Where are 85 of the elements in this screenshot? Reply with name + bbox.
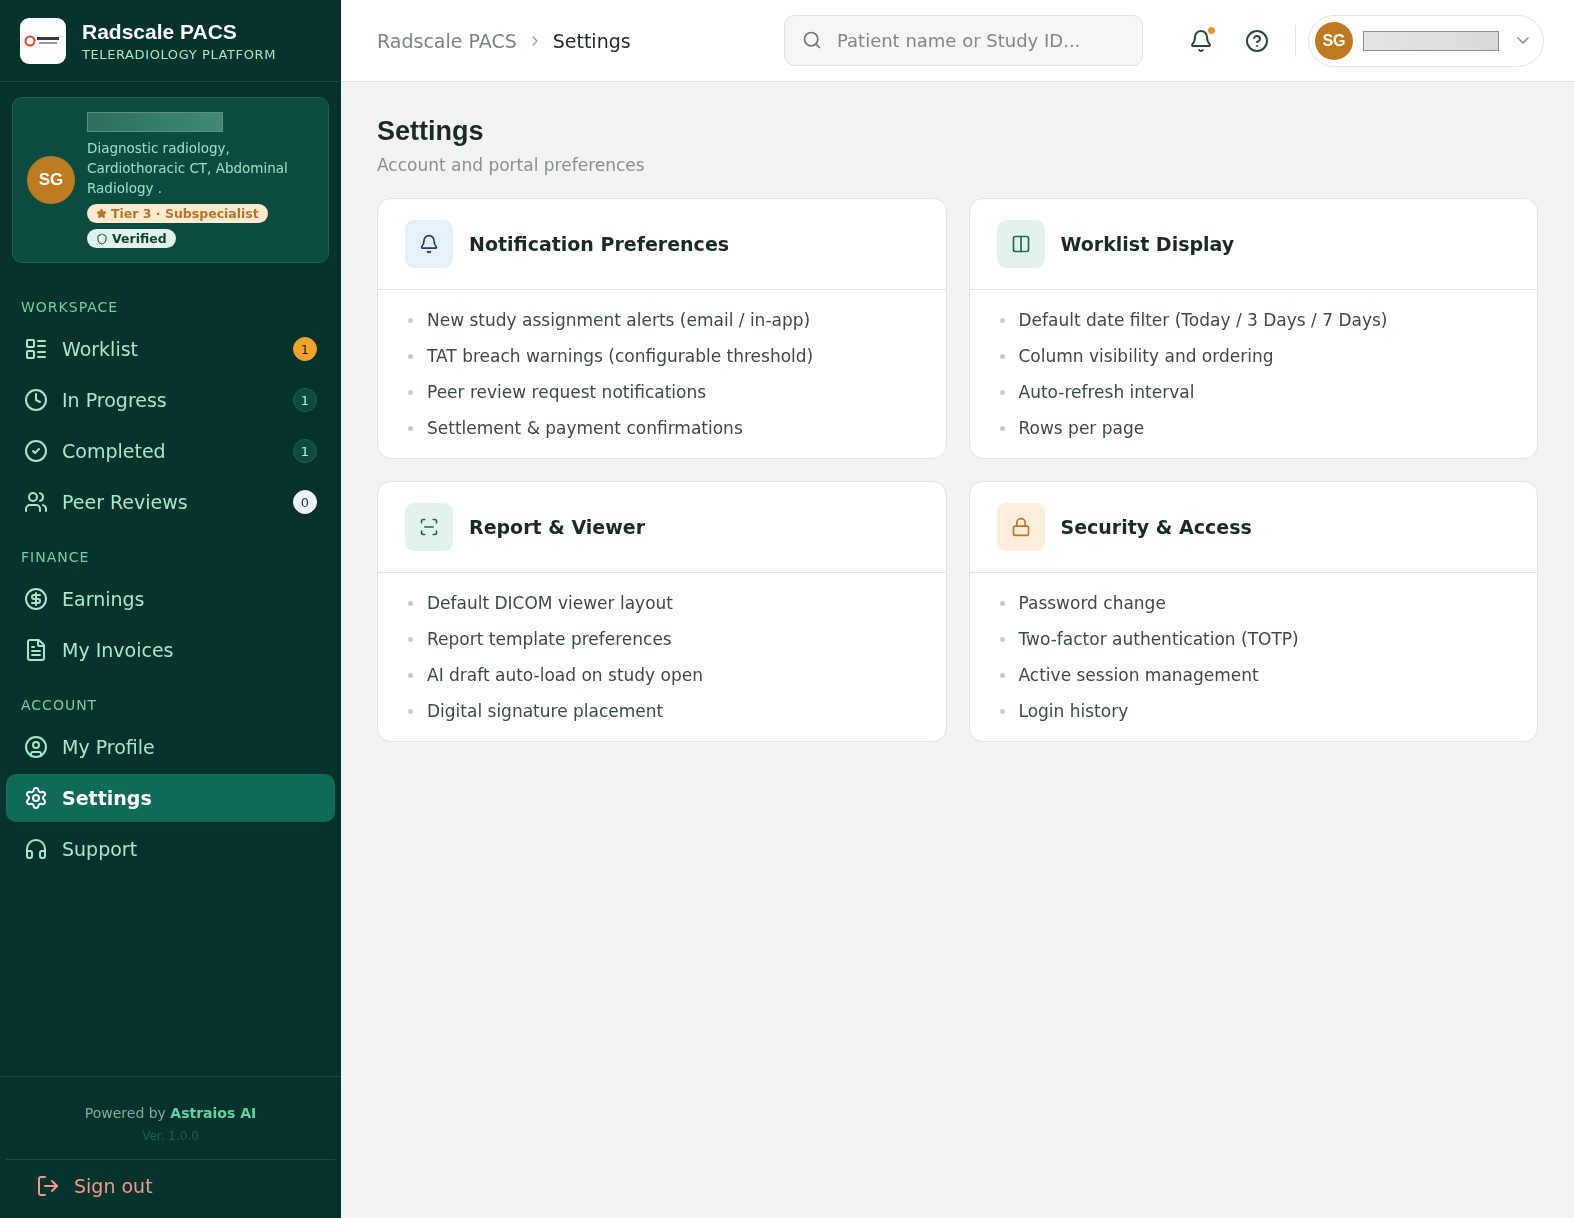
list-item-text: Peer review request notifications [427, 382, 707, 402]
count-badge: 1 [293, 388, 317, 412]
count-badge: 1 [293, 439, 317, 463]
tier-badge: Tier 3 · Subspecialist [87, 204, 268, 223]
star-icon [96, 208, 107, 219]
sign-out-icon [36, 1174, 60, 1198]
list-item-text: Auto-refresh interval [1018, 382, 1195, 402]
sign-out-button[interactable]: Sign out [6, 1159, 335, 1218]
nav-item[interactable]: My Profile [6, 723, 335, 771]
bullet-icon [999, 317, 1005, 323]
powered-by-text: Powered by Astraios AI [83, 1105, 258, 1121]
bullet-icon [408, 353, 413, 359]
columns-icon [996, 220, 1045, 268]
headphones-icon [24, 837, 48, 861]
card-title: Worklist Display [1060, 233, 1235, 255]
list-icon [24, 337, 48, 361]
logo-icon [24, 33, 62, 48]
user-circle-icon [24, 735, 48, 759]
nav-item[interactable]: My Invoices [6, 626, 335, 674]
scan-icon [405, 503, 453, 551]
list-item-text: Password change [1018, 593, 1166, 613]
bullet-icon [999, 636, 1005, 642]
document-icon [24, 638, 48, 662]
list-item-text: TAT breach warnings (configurable threshold) [427, 346, 814, 366]
list-item-text: AI draft auto-load on study open [427, 665, 703, 685]
dollar-icon [24, 587, 48, 611]
list-item-text: Login history [1018, 701, 1129, 721]
avatar: SG [27, 156, 75, 204]
avatar: SG [1315, 21, 1353, 60]
search-field[interactable]: Patient name or Study ID... [784, 15, 1143, 66]
settings-icon [24, 786, 48, 810]
list-item-text: Two-factor authentication (TOTP) [1018, 629, 1299, 649]
nav-item[interactable]: Completed 1 [6, 427, 335, 475]
bullet-icon [408, 317, 413, 323]
list-item-text: Default date filter (Today / 3 Days / 7 Days) [1018, 310, 1388, 330]
card-title: Security & Access [1060, 516, 1252, 538]
nav-item[interactable]: Support [6, 825, 335, 873]
lock-icon [996, 503, 1045, 551]
brand-subtitle: TELERADIOLOGY PLATFORM [82, 46, 276, 62]
bullet-icon [408, 425, 413, 431]
bullet-icon [408, 708, 413, 714]
nav-section-title: WORKSPACE [20, 299, 120, 315]
bullet-icon [999, 353, 1005, 359]
page-title: Settings [377, 116, 485, 147]
list-item-text: Column visibility and ordering [1018, 346, 1274, 366]
page-subtitle: Account and portal preferences [377, 155, 646, 175]
nav-item[interactable]: Worklist 1 [6, 325, 335, 373]
bullet-icon [408, 636, 413, 642]
nav-section-title: ACCOUNT [20, 697, 99, 713]
list-item-text: Default DICOM viewer layout [427, 593, 673, 613]
specialties-text: Diagnostic radiology, Cardiothoracic CT, Abdominal Radiology . [87, 139, 289, 198]
list-item-text: Digital signature placement [427, 701, 664, 721]
nav-item[interactable]: Peer Reviews 0 [6, 478, 335, 526]
list-item-text: Report template preferences [427, 629, 672, 649]
bullet-icon [408, 389, 413, 395]
list-item-text: Settlement & payment confirmations [427, 418, 743, 438]
count-badge: 0 [293, 490, 317, 514]
list-item-text: Active session management [1018, 665, 1259, 685]
bullet-icon [999, 389, 1005, 395]
check-circle-icon [24, 439, 48, 463]
breadcrumb[interactable]: Radscale PACS [377, 29, 517, 52]
list-item-text: Rows per page [1018, 418, 1145, 438]
bullet-icon [408, 600, 413, 606]
nav-item[interactable]: Settings [6, 774, 335, 822]
nav-section-title: FINANCE [20, 549, 91, 565]
breadcrumb: Settings [552, 29, 631, 52]
list-item-text: New study assignment alerts (email / in-app) [427, 310, 811, 330]
bullet-icon [999, 425, 1005, 431]
search-icon [802, 30, 822, 50]
brand-title: Radscale PACS [82, 19, 238, 44]
nav-item[interactable]: Earnings [6, 575, 335, 623]
clock-icon [24, 388, 48, 412]
bullet-icon [999, 708, 1005, 714]
count-badge: 1 [293, 337, 317, 361]
bullet-icon [999, 672, 1005, 678]
verified-badge: Verified [87, 229, 176, 248]
bell-icon [405, 220, 453, 268]
bullet-icon [999, 600, 1005, 606]
users-icon [24, 490, 48, 514]
card-title: Notification Preferences [469, 233, 730, 255]
nav-item[interactable]: In Progress 1 [6, 376, 335, 424]
chevron-down-icon [1517, 37, 1529, 44]
bullet-icon [408, 672, 413, 678]
shield-icon [96, 232, 108, 245]
card-title: Report & Viewer [469, 516, 645, 538]
